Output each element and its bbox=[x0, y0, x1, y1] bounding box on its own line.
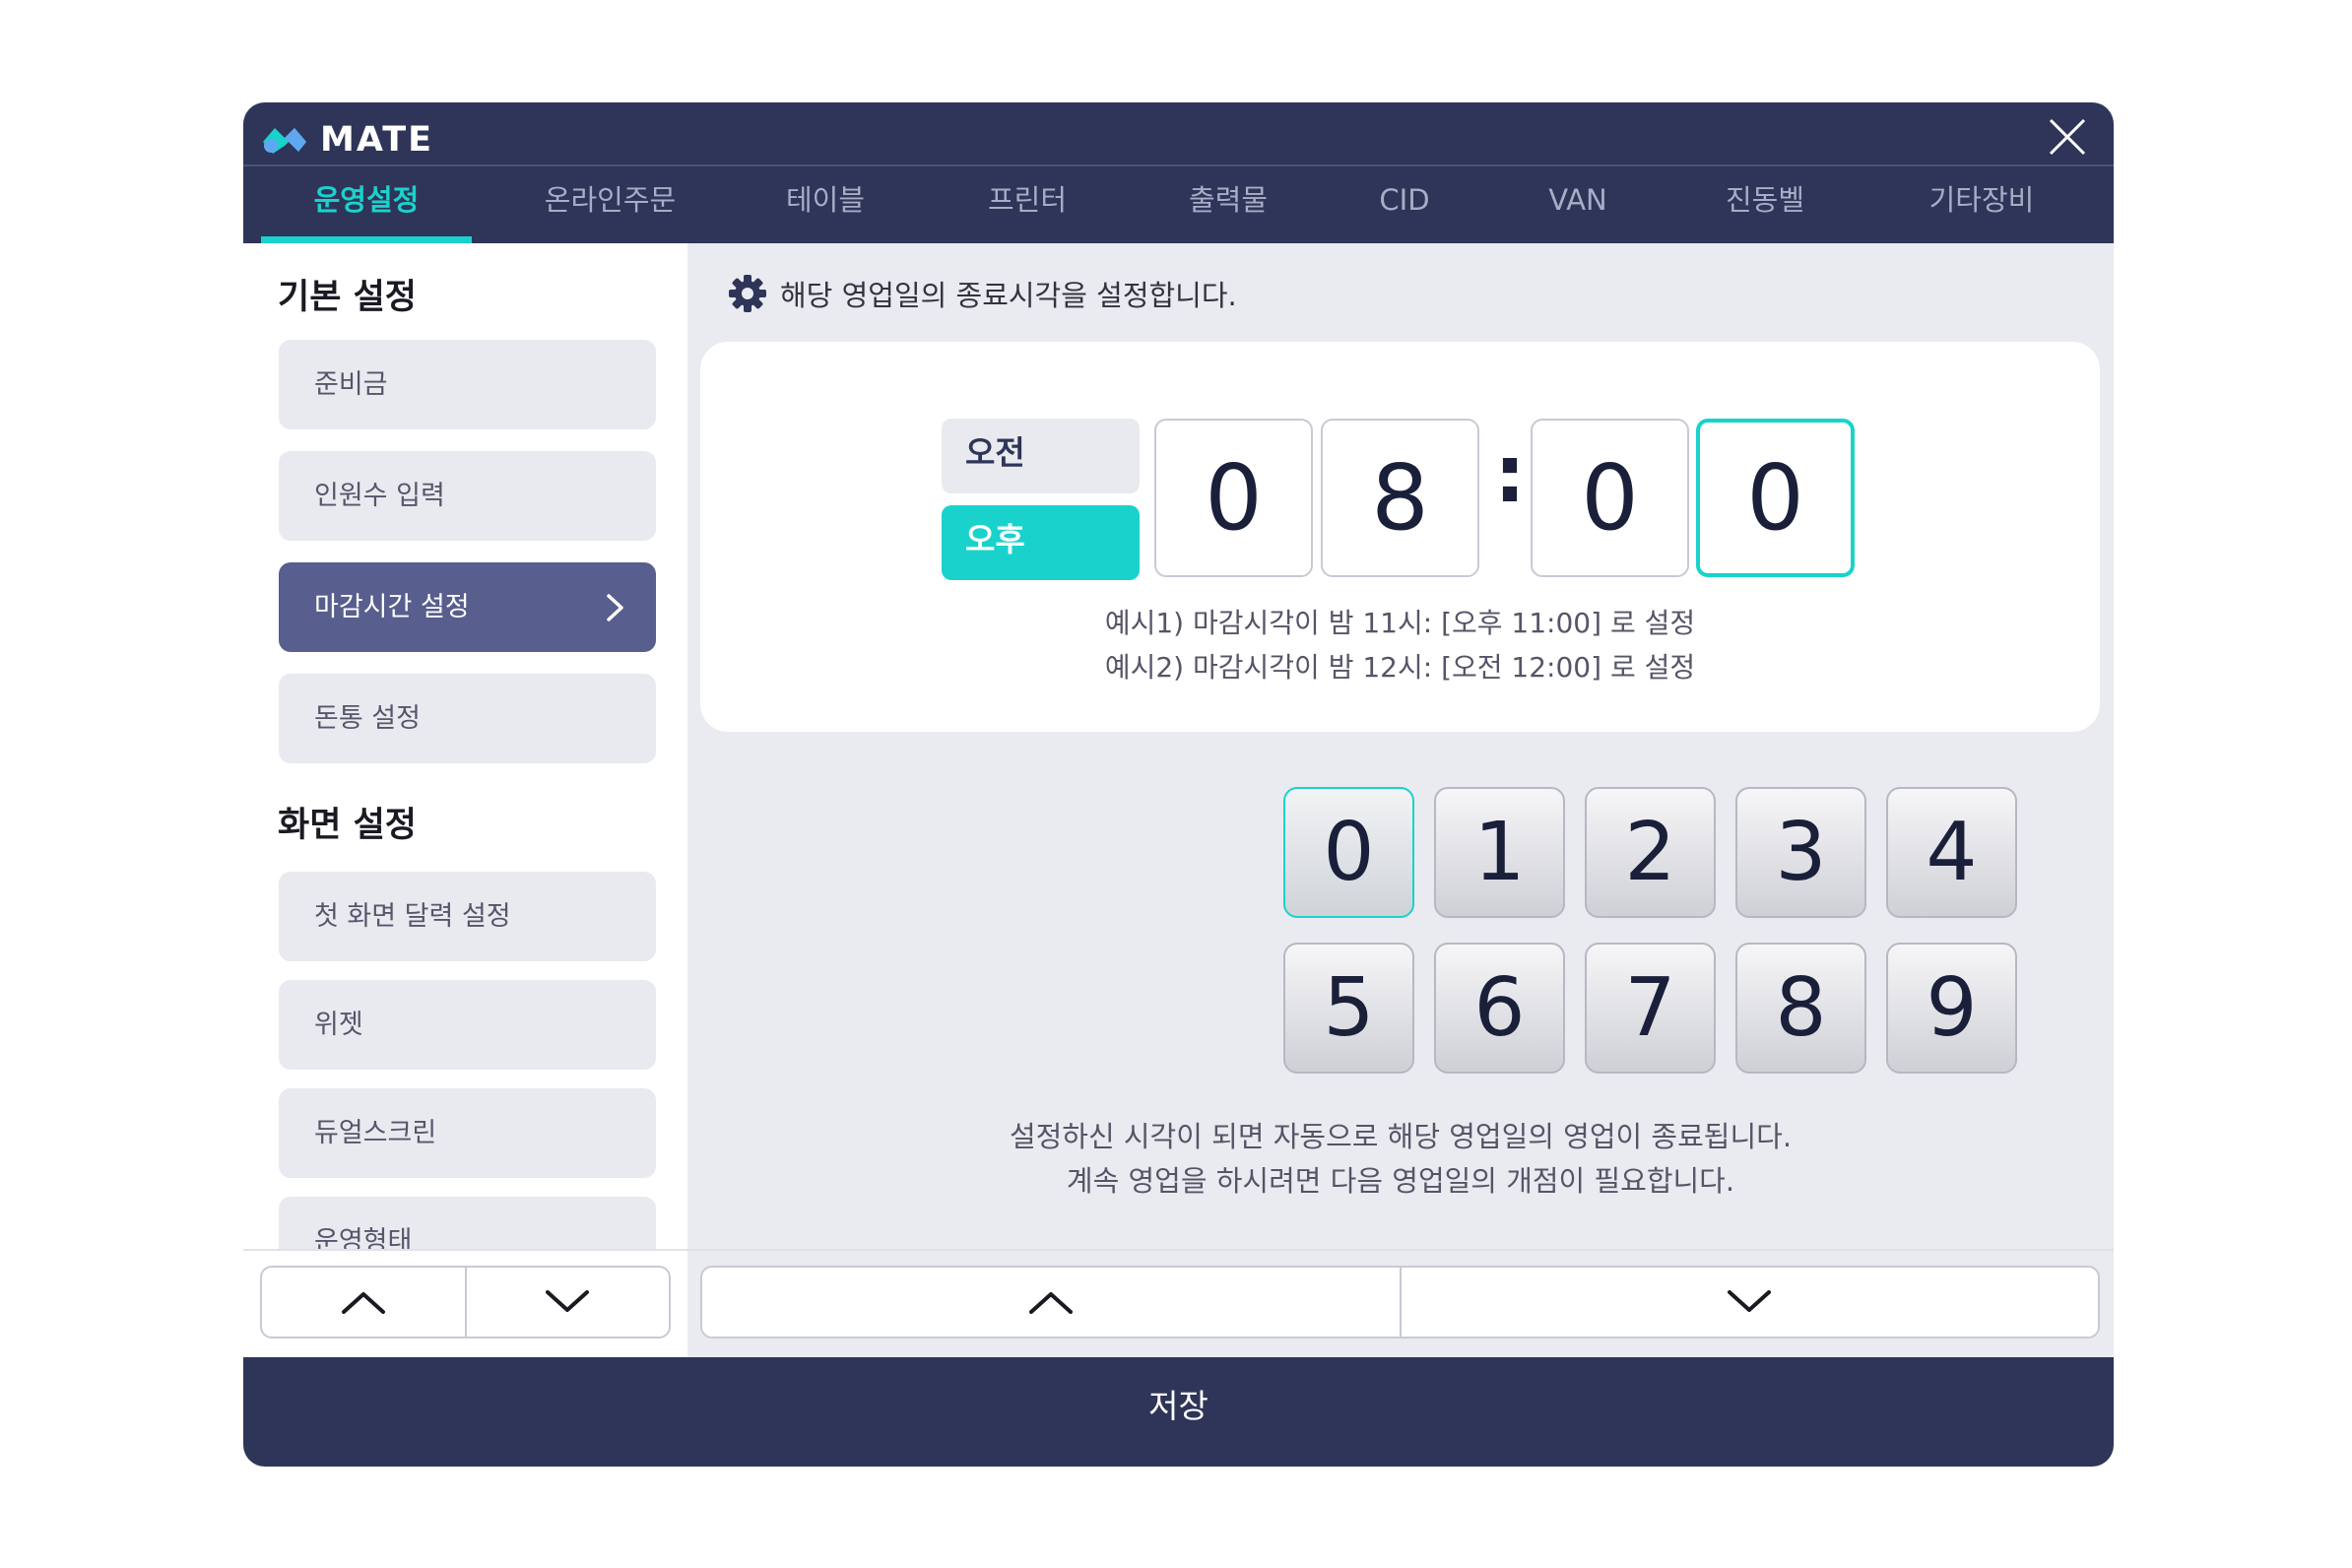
sidebar-divider bbox=[243, 1249, 687, 1251]
sidebar-item-dual-screen[interactable]: 듀얼스크린 bbox=[279, 1088, 656, 1178]
minute-ones-digit[interactable]: 0 bbox=[1696, 419, 1855, 577]
close-button[interactable] bbox=[2041, 110, 2094, 163]
sidebar-scroll-area: 기본 설정 준비금 인원수 입력 마감시간 설정 돈통 설정 화면 설정 첫 화… bbox=[243, 243, 687, 1249]
sidebar-item-label: 준비금 bbox=[314, 369, 388, 400]
sidebar-scroll-controls bbox=[260, 1266, 671, 1339]
keypad-key-2[interactable]: 2 bbox=[1585, 787, 1716, 918]
app-logo: MATE bbox=[259, 116, 433, 163]
keypad-key-7[interactable]: 7 bbox=[1585, 943, 1716, 1074]
keypad-key-0[interactable]: 0 bbox=[1283, 787, 1414, 918]
chevron-down-icon bbox=[1728, 1290, 1772, 1312]
mate-logo-icon bbox=[263, 128, 306, 154]
keypad-key-8[interactable]: 8 bbox=[1735, 943, 1866, 1074]
keypad-key-6[interactable]: 6 bbox=[1434, 943, 1565, 1074]
sidebar-item-guest-count[interactable]: 인원수 입력 bbox=[279, 451, 656, 541]
notice-text: 해당 영업일의 종료시각을 설정합니다. bbox=[780, 279, 1237, 312]
sidebar-item-label: 인원수 입력 bbox=[314, 481, 445, 511]
notice: 해당 영업일의 종료시각을 설정합니다. bbox=[727, 273, 1237, 314]
section-title-basic: 기본 설정 bbox=[278, 278, 417, 317]
info-text-2: 계속 영업을 하시려면 다음 영업일의 개점이 필요합니다. bbox=[1066, 1164, 1735, 1198]
header: MATE 운영설정 온라인주문 테이블 프린터 출력물 CID VAN 진동벨 … bbox=[243, 102, 2114, 243]
tab-printout[interactable]: 출력물 bbox=[1149, 166, 1307, 243]
time-separator: : bbox=[1494, 428, 1526, 520]
sidebar-item-label: 첫 화면 달력 설정 bbox=[314, 901, 511, 932]
sidebar-item-operation-type[interactable]: 운영형태 bbox=[279, 1197, 656, 1249]
main-scroll-controls bbox=[700, 1266, 2100, 1339]
gear-icon bbox=[729, 275, 766, 312]
main-divider bbox=[687, 1249, 2114, 1251]
time-setting-card: 오전 오후 0 8 : 0 0 예시1) 마감시각이 밤 11시: [오후 11… bbox=[700, 342, 2100, 732]
sidebar-item-label: 마감시간 설정 bbox=[314, 592, 470, 622]
keypad-key-1[interactable]: 1 bbox=[1434, 787, 1565, 918]
tab-bar: 운영설정 온라인주문 테이블 프린터 출력물 CID VAN 진동벨 기타장비 bbox=[243, 166, 2114, 243]
sidebar-item-label: 위젯 bbox=[314, 1010, 363, 1040]
chevron-up-icon bbox=[1028, 1292, 1073, 1314]
tab-other-devices[interactable]: 기타장비 bbox=[1883, 166, 2080, 243]
sidebar-item-reserve-fund[interactable]: 준비금 bbox=[279, 340, 656, 429]
hour-tens-digit[interactable]: 0 bbox=[1154, 419, 1313, 577]
close-icon bbox=[2049, 118, 2086, 156]
sidebar-item-label: 운영형태 bbox=[314, 1226, 413, 1249]
minute-tens-digit[interactable]: 0 bbox=[1531, 419, 1689, 577]
sidebar-item-cash-drawer[interactable]: 돈통 설정 bbox=[279, 674, 656, 763]
example-text-2: 예시2) 마감시각이 밤 12시: [오전 12:00] 로 설정 bbox=[1104, 651, 1696, 684]
tab-table[interactable]: 테이블 bbox=[747, 166, 904, 243]
sidebar-item-label: 듀얼스크린 bbox=[314, 1118, 437, 1148]
sidebar-scroll-down-button[interactable] bbox=[464, 1268, 670, 1337]
sidebar-item-closing-time[interactable]: 마감시간 설정 bbox=[279, 562, 656, 652]
section-title-screen: 화면 설정 bbox=[278, 806, 417, 845]
sidebar-item-calendar[interactable]: 첫 화면 달력 설정 bbox=[279, 872, 656, 961]
tab-vibration-bell[interactable]: 진동벨 bbox=[1686, 166, 1844, 243]
pm-button[interactable]: 오후 bbox=[942, 505, 1140, 580]
app-logo-text: MATE bbox=[320, 120, 433, 160]
chevron-up-icon bbox=[341, 1292, 385, 1314]
tab-operation-settings[interactable]: 운영설정 bbox=[261, 166, 472, 243]
save-button[interactable]: 저장 bbox=[243, 1357, 2114, 1467]
sidebar: 기본 설정 준비금 인원수 입력 마감시간 설정 돈통 설정 화면 설정 첫 화… bbox=[243, 243, 687, 1357]
main-scroll-down-button[interactable] bbox=[1399, 1268, 2099, 1337]
example-text-1: 예시1) 마감시각이 밤 11시: [오후 11:00] 로 설정 bbox=[1104, 607, 1696, 639]
main-scroll-up-button[interactable] bbox=[702, 1268, 1400, 1337]
tab-online-order[interactable]: 온라인주문 bbox=[514, 166, 706, 243]
keypad-key-9[interactable]: 9 bbox=[1886, 943, 2017, 1074]
sidebar-item-widget[interactable]: 위젯 bbox=[279, 980, 656, 1070]
hour-ones-digit[interactable]: 8 bbox=[1321, 419, 1479, 577]
tab-printer[interactable]: 프린터 bbox=[948, 166, 1106, 243]
keypad-key-5[interactable]: 5 bbox=[1283, 943, 1414, 1074]
sidebar-item-label: 돈통 설정 bbox=[314, 703, 421, 734]
keypad-key-3[interactable]: 3 bbox=[1735, 787, 1866, 918]
settings-window: MATE 운영설정 온라인주문 테이블 프린터 출력물 CID VAN 진동벨 … bbox=[243, 102, 2114, 1467]
am-button[interactable]: 오전 bbox=[942, 419, 1140, 493]
chevron-down-icon bbox=[546, 1290, 590, 1312]
main-panel: 해당 영업일의 종료시각을 설정합니다. 오전 오후 0 8 : 0 0 예시1… bbox=[687, 243, 2114, 1357]
keypad-key-4[interactable]: 4 bbox=[1886, 787, 2017, 918]
info-text-1: 설정하신 시각이 되면 자동으로 해당 영업일의 영업이 종료됩니다. bbox=[1009, 1120, 1793, 1153]
chevron-right-icon bbox=[607, 594, 623, 621]
sidebar-scroll-up-button[interactable] bbox=[262, 1268, 465, 1337]
tab-van[interactable]: VAN bbox=[1514, 166, 1642, 243]
tab-cid[interactable]: CID bbox=[1340, 166, 1469, 243]
